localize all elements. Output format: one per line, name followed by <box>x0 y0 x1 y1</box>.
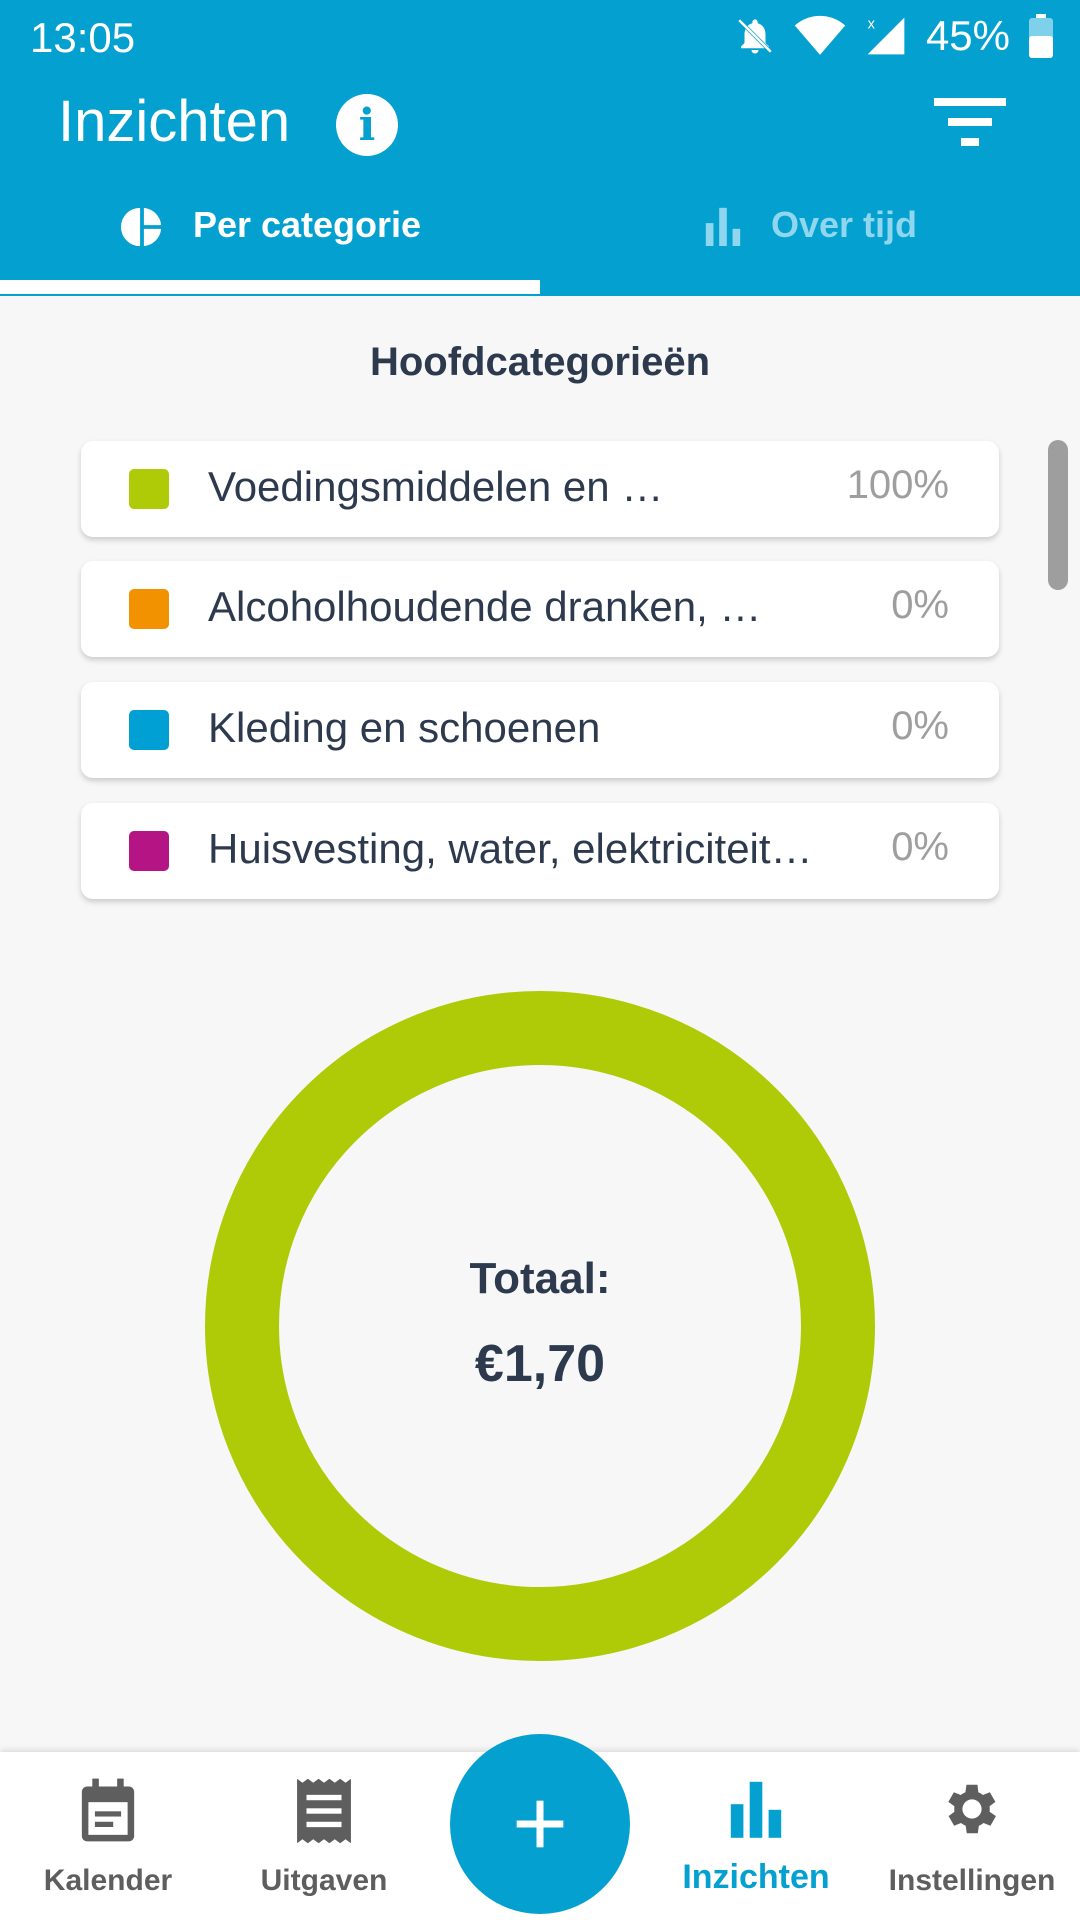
total-label: Totaal: <box>469 1254 611 1303</box>
tab-indicator <box>0 280 540 294</box>
bar-chart-icon <box>730 1781 782 1838</box>
wifi-icon <box>794 15 846 55</box>
scrollbar[interactable] <box>1048 440 1068 590</box>
color-swatch <box>129 831 169 871</box>
color-swatch <box>129 710 169 750</box>
legend-item[interactable]: Kleding en schoenen 0% <box>81 682 999 778</box>
info-icon[interactable]: i <box>336 94 398 156</box>
add-expense-button[interactable] <box>450 1734 630 1914</box>
total-value: €1,70 <box>474 1335 606 1393</box>
legend-percent: 0% <box>891 825 949 869</box>
donut-chart <box>205 991 875 1661</box>
gear-icon <box>948 1784 996 1834</box>
nav-inzichten[interactable]: Inzichten <box>648 1752 864 1920</box>
legend-item[interactable]: Alcoholhoudende dranken, … 0% <box>81 561 999 657</box>
pie-chart-icon <box>120 207 162 247</box>
signal-icon: x <box>867 17 905 55</box>
page-title: Inzichten <box>58 89 291 154</box>
legend-percent: 0% <box>891 704 949 748</box>
legend-item[interactable]: Voedingsmiddelen en … 100% <box>81 441 999 537</box>
legend-label: Huisvesting, water, elektriciteit… <box>208 825 813 872</box>
legend-percent: 100% <box>846 463 949 507</box>
status-time: 13:05 <box>30 14 136 61</box>
legend-label: Kleding en schoenen <box>208 704 601 751</box>
color-swatch <box>129 589 169 629</box>
tab-label: Per categorie <box>192 204 422 245</box>
svg-text:x: x <box>868 17 876 33</box>
bar-chart-icon <box>705 207 741 246</box>
nav-uitgaven[interactable]: Uitgaven <box>216 1752 432 1920</box>
nav-label: Kalender <box>43 1864 173 1897</box>
nav-label: Inzichten <box>682 1858 830 1896</box>
nav-label: Instellingen <box>888 1864 1056 1897</box>
battery-icon <box>1029 14 1053 58</box>
legend-label: Voedingsmiddelen en … <box>208 463 664 510</box>
plus-icon <box>516 1800 564 1848</box>
legend-percent: 0% <box>891 583 949 627</box>
tab-over-tijd[interactable]: Over tijd <box>540 184 1080 296</box>
filter-icon[interactable] <box>930 94 1010 154</box>
legend-item[interactable]: Huisvesting, water, elektriciteit… 0% <box>81 803 999 899</box>
nav-kalender[interactable]: Kalender <box>0 1752 216 1920</box>
battery-percent: 45% <box>925 12 1010 59</box>
tab-label: Over tijd <box>770 204 918 245</box>
nav-label: Uitgaven <box>260 1864 388 1897</box>
status-bar: 13:05 x 45% <box>0 0 1080 76</box>
color-swatch <box>129 469 169 509</box>
receipt-icon <box>297 1778 351 1844</box>
nav-instellingen[interactable]: Instellingen <box>864 1752 1080 1920</box>
notifications-off-icon <box>737 18 773 54</box>
calendar-icon <box>81 1778 135 1842</box>
section-title: Hoofdcategorieën <box>369 340 711 384</box>
legend-label: Alcoholhoudende dranken, … <box>208 583 762 630</box>
